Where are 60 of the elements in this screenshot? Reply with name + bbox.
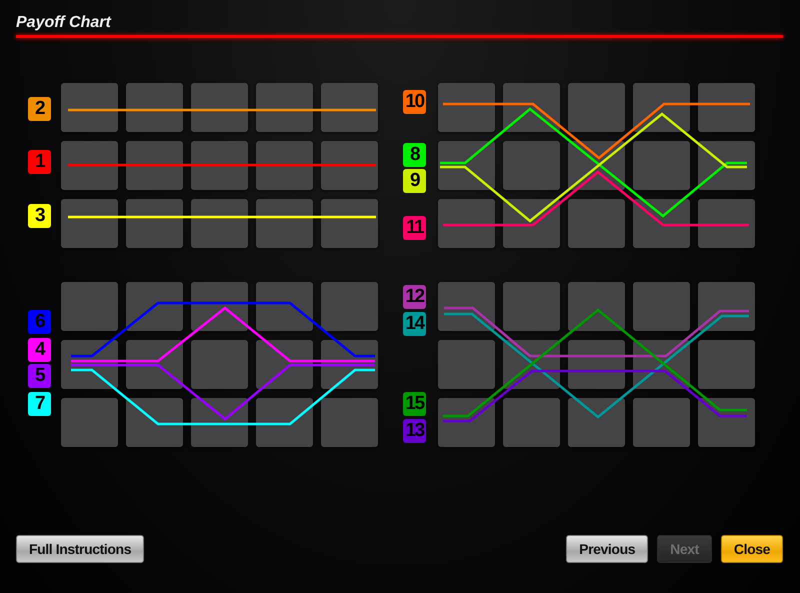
chart-tile	[256, 83, 313, 132]
chart-tile	[191, 83, 248, 132]
chart-tile	[633, 141, 690, 190]
line-label: 15	[403, 392, 426, 416]
line-label: 9	[403, 169, 426, 193]
chart-tile	[256, 282, 313, 331]
line-label: 14	[403, 312, 426, 336]
chart-tile	[438, 340, 495, 389]
chart-tile	[568, 282, 625, 331]
chart-tile	[256, 199, 313, 248]
chart-tile	[503, 141, 560, 190]
chart-tile	[61, 282, 118, 331]
chart-tile	[698, 199, 755, 248]
chart-tile	[256, 141, 313, 190]
chart-tile	[438, 83, 495, 132]
chart-tile	[503, 282, 560, 331]
line-label: 3	[28, 204, 51, 228]
line-label: 1	[28, 150, 51, 174]
chart-tile	[321, 398, 378, 447]
line-label: 6	[28, 310, 51, 334]
chart-tile	[191, 199, 248, 248]
chart-tile	[256, 398, 313, 447]
chart-tile	[568, 199, 625, 248]
chart-tile	[321, 282, 378, 331]
chart-tile	[321, 141, 378, 190]
nav-button[interactable]: Close	[720, 535, 783, 563]
chart-tile	[321, 199, 378, 248]
chart-tile	[61, 83, 118, 132]
chart-tile	[698, 340, 755, 389]
chart-tile	[61, 141, 118, 190]
instructions-button[interactable]: Full Instructions	[16, 535, 144, 563]
line-label: 7	[28, 392, 51, 416]
chart-tile	[568, 398, 625, 447]
chart-tile	[191, 340, 248, 389]
chart-tile	[126, 199, 183, 248]
chart-tile	[698, 83, 755, 132]
chart-tile	[126, 83, 183, 132]
window-title: Payoff Chart	[16, 13, 112, 33]
chart-tile	[503, 398, 560, 447]
chart-tile	[438, 199, 495, 248]
chart-tile	[191, 141, 248, 190]
chart-tile	[126, 282, 183, 331]
chart-tile	[321, 83, 378, 132]
chart-tile	[126, 398, 183, 447]
chart-tile	[61, 398, 118, 447]
line-label: 4	[28, 338, 51, 362]
chart-tile	[568, 83, 625, 132]
line-label: 13	[403, 419, 426, 443]
line-label: 5	[28, 364, 51, 388]
chart-tile	[61, 199, 118, 248]
chart-tile	[633, 282, 690, 331]
chart-tile	[633, 398, 690, 447]
line-label: 12	[403, 285, 426, 309]
line-label: 2	[28, 97, 51, 121]
line-label: 11	[403, 216, 426, 240]
line-label: 10	[403, 90, 426, 114]
line-label: 8	[403, 143, 426, 167]
chart-tile	[698, 398, 755, 447]
nav-button[interactable]: Previous	[566, 535, 648, 563]
chart-tile	[126, 141, 183, 190]
